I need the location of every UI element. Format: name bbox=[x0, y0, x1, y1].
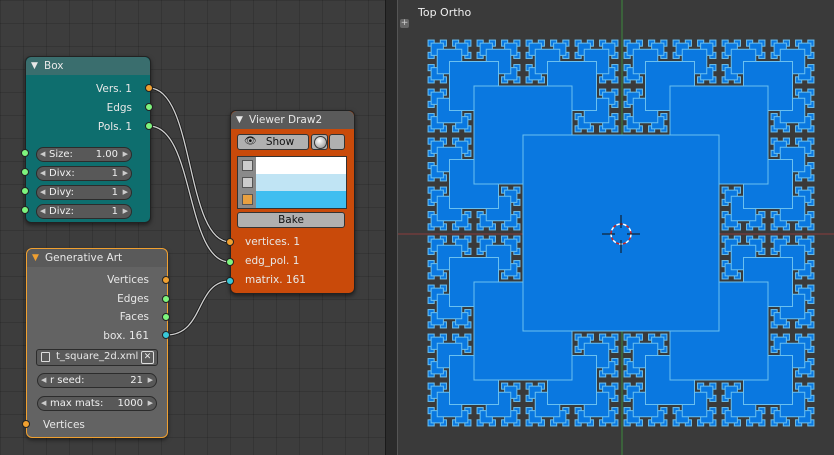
input-label: matrix. 161 bbox=[245, 274, 306, 286]
decrement-arrow-icon[interactable]: ◀ bbox=[40, 205, 45, 218]
divy-field[interactable]: ◀ Divy: 1 ▶ bbox=[36, 185, 132, 200]
vers-output-socket[interactable] bbox=[145, 84, 153, 92]
increment-arrow-icon[interactable]: ▶ bbox=[123, 167, 128, 180]
box-node-header[interactable]: ▼ Box bbox=[26, 57, 150, 75]
node-title: Generative Art bbox=[45, 252, 123, 264]
face-color-swatch[interactable] bbox=[256, 191, 346, 208]
field-label: Size: bbox=[49, 149, 73, 160]
faces-output-socket[interactable] bbox=[162, 313, 170, 321]
color-swatch-group bbox=[237, 156, 347, 209]
field-label: max mats: bbox=[50, 398, 104, 409]
decrement-arrow-icon[interactable]: ◀ bbox=[40, 167, 45, 180]
collapse-arrow-icon[interactable]: ▼ bbox=[31, 57, 38, 75]
random-seed-field[interactable]: ◀ r seed: 21 ▶ bbox=[37, 373, 157, 388]
vertex-icon bbox=[242, 160, 253, 171]
field-value: 1.00 bbox=[95, 149, 118, 160]
area-splitter[interactable] bbox=[385, 0, 398, 455]
output-label: Edgs bbox=[106, 102, 132, 114]
size-input-socket[interactable] bbox=[21, 149, 29, 157]
field-label: Divx: bbox=[49, 168, 75, 179]
divx-input-socket[interactable] bbox=[21, 168, 29, 176]
output-label: Faces bbox=[119, 311, 149, 323]
edge-icon bbox=[242, 177, 253, 188]
output-label: Vers. 1 bbox=[96, 83, 132, 95]
decrement-arrow-icon[interactable]: ◀ bbox=[41, 374, 46, 387]
decrement-arrow-icon[interactable]: ◀ bbox=[41, 397, 46, 410]
viewport-scene bbox=[398, 0, 834, 455]
box-node[interactable]: ▼ Box Vers. 1 Edgs Pols. 1 ◀ Size: 1.00 … bbox=[25, 56, 151, 223]
decrement-arrow-icon[interactable]: ◀ bbox=[40, 186, 45, 199]
edges-output-socket[interactable] bbox=[162, 295, 170, 303]
field-value: 1 bbox=[111, 187, 118, 198]
field-label: Divy: bbox=[49, 187, 74, 198]
increment-arrow-icon[interactable]: ▶ bbox=[148, 397, 153, 410]
t-square-fractal bbox=[427, 39, 815, 427]
vertices-output-socket[interactable] bbox=[162, 276, 170, 284]
sphere-icon bbox=[314, 136, 327, 149]
edge-color-swatch[interactable] bbox=[256, 174, 346, 191]
field-label: Divz: bbox=[49, 206, 75, 217]
3d-viewport[interactable]: + + Top Ortho bbox=[398, 0, 834, 455]
divx-field[interactable]: ◀ Divx: 1 ▶ bbox=[36, 166, 132, 181]
size-field[interactable]: ◀ Size: 1.00 ▶ bbox=[36, 147, 132, 162]
output-label: box. 161 bbox=[103, 330, 149, 342]
decrement-arrow-icon[interactable]: ◀ bbox=[40, 148, 45, 161]
vertex-color-swatch[interactable] bbox=[256, 157, 346, 174]
output-label: Vertices bbox=[107, 274, 149, 286]
eye-icon: 👁 bbox=[244, 136, 257, 147]
file-selector[interactable]: t_square_2d.xml ✕ bbox=[36, 349, 158, 366]
edgs-output-socket[interactable] bbox=[145, 103, 153, 111]
input-label: edg_pol. 1 bbox=[245, 255, 300, 267]
pols-output-socket[interactable] bbox=[145, 122, 153, 130]
vertices-input-socket[interactable] bbox=[226, 238, 234, 246]
input-label: vertices. 1 bbox=[245, 236, 301, 248]
shading-sphere-button[interactable] bbox=[311, 134, 328, 150]
box-output-socket[interactable] bbox=[162, 331, 170, 339]
field-value: 1000 bbox=[117, 398, 143, 409]
input-label: Vertices bbox=[43, 419, 85, 431]
collapse-arrow-icon[interactable]: ▼ bbox=[32, 249, 39, 267]
increment-arrow-icon[interactable]: ▶ bbox=[123, 186, 128, 199]
fractal-square bbox=[522, 134, 720, 332]
matrix-input-socket[interactable] bbox=[226, 277, 234, 285]
divz-input-socket[interactable] bbox=[21, 206, 29, 214]
node-editor[interactable]: ▼ Box Vers. 1 Edgs Pols. 1 ◀ Size: 1.00 … bbox=[0, 0, 385, 455]
field-value: 1 bbox=[111, 206, 118, 217]
gen-node-header[interactable]: ▼ Generative Art bbox=[27, 249, 167, 267]
extra-toggle-button[interactable] bbox=[329, 134, 345, 150]
output-label: Edges bbox=[117, 293, 149, 305]
show-label: Show bbox=[265, 136, 295, 148]
clear-file-icon[interactable]: ✕ bbox=[141, 351, 154, 364]
collapse-arrow-icon[interactable]: ▼ bbox=[236, 111, 243, 129]
divz-field[interactable]: ◀ Divz: 1 ▶ bbox=[36, 204, 132, 219]
increment-arrow-icon[interactable]: ▶ bbox=[123, 205, 128, 218]
edg-pol-input-socket[interactable] bbox=[226, 258, 234, 266]
file-name: t_square_2d.xml bbox=[56, 351, 139, 362]
bake-button[interactable]: Bake bbox=[237, 212, 345, 228]
node-title: Box bbox=[44, 60, 64, 72]
show-toggle-button[interactable]: 👁 Show bbox=[237, 134, 309, 150]
increment-arrow-icon[interactable]: ▶ bbox=[148, 374, 153, 387]
viewer-draw-node[interactable]: ▼ Viewer Draw2 👁 Show Bake vertices. 1 e… bbox=[230, 110, 355, 294]
max-mats-field[interactable]: ◀ max mats: 1000 ▶ bbox=[37, 396, 157, 411]
divy-input-socket[interactable] bbox=[21, 187, 29, 195]
increment-arrow-icon[interactable]: ▶ bbox=[123, 148, 128, 161]
face-icon bbox=[242, 194, 253, 205]
output-label: Pols. 1 bbox=[97, 121, 132, 133]
field-value: 21 bbox=[130, 375, 143, 386]
file-icon bbox=[41, 352, 50, 362]
viewer-node-header[interactable]: ▼ Viewer Draw2 bbox=[231, 111, 354, 129]
field-value: 1 bbox=[111, 168, 118, 179]
node-title: Viewer Draw2 bbox=[249, 114, 323, 126]
vertices-input-socket[interactable] bbox=[22, 420, 30, 428]
field-label: r seed: bbox=[50, 375, 85, 386]
generative-art-node[interactable]: ▼ Generative Art Vertices Edges Faces bo… bbox=[26, 248, 168, 438]
